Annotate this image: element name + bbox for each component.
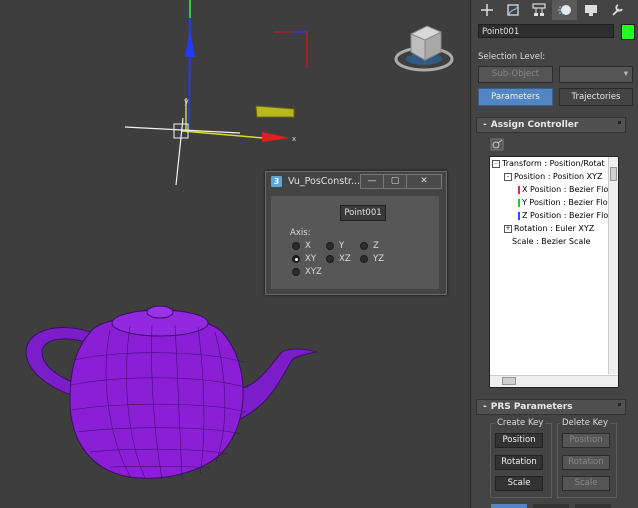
radio-dot bbox=[326, 242, 334, 250]
transform-bracket bbox=[274, 31, 308, 68]
tree-item-scale[interactable]: Scale : Bezier Scale bbox=[512, 237, 590, 246]
motion-icon[interactable] bbox=[552, 0, 577, 20]
delete-key-label: Delete Key bbox=[560, 418, 611, 428]
selection-level-label: Selection Level: bbox=[478, 52, 546, 62]
create-key-position-button[interactable]: Position bbox=[495, 433, 543, 448]
radio-dot bbox=[360, 242, 368, 250]
scroll-thumb[interactable] bbox=[502, 377, 516, 385]
tree-item-x-position[interactable]: X Position : Bezier Flo bbox=[518, 185, 608, 194]
object-color-swatch[interactable] bbox=[621, 24, 635, 40]
create-key-label: Create Key bbox=[495, 418, 546, 428]
gizmo-x-label: x bbox=[292, 135, 296, 143]
sub-object-button[interactable]: Sub-Object bbox=[478, 66, 553, 83]
delete-key-scale-button[interactable]: Scale bbox=[562, 476, 610, 491]
create-key-scale-button[interactable]: Scale bbox=[495, 476, 543, 491]
tree-item-transform[interactable]: - Transform : Position/Rotat bbox=[492, 159, 605, 168]
modify-icon[interactable] bbox=[500, 0, 525, 20]
sub-object-dropdown[interactable]: ▾ bbox=[559, 66, 633, 83]
axis-radio-xz[interactable]: XZ bbox=[326, 254, 351, 264]
command-panel: Point001 Selection Level: Sub-Object ▾ P… bbox=[470, 0, 638, 508]
restore-button[interactable]: ▢ bbox=[383, 174, 407, 189]
app-3ds-max-icon: 3 bbox=[271, 175, 282, 187]
controller-tree[interactable]: - Transform : Position/Rotat - Position : … bbox=[489, 156, 619, 388]
gizmo-y-axis[interactable] bbox=[188, 0, 191, 131]
axis-label: Axis: bbox=[290, 228, 311, 238]
delete-key-position-button[interactable]: Position bbox=[562, 433, 610, 448]
viewcube[interactable] bbox=[393, 22, 455, 77]
position-mode-button[interactable] bbox=[491, 504, 527, 508]
rotation-mode-button[interactable] bbox=[533, 504, 569, 508]
tree-item-y-position[interactable]: Y Position : Bezier Flo bbox=[518, 198, 608, 207]
scroll-thumb[interactable] bbox=[610, 167, 617, 181]
tree-item-rotation[interactable]: + Rotation : Euler XYZ bbox=[504, 224, 594, 233]
radio-dot bbox=[292, 242, 300, 250]
tree-horizontal-scrollbar[interactable] bbox=[490, 375, 618, 387]
radio-dot bbox=[292, 268, 300, 276]
pos-constraint-dialog[interactable]: 3 Vu_PosConstr... — ▢ ✕ Point001 Axis: X… bbox=[265, 171, 447, 295]
tree-item-position[interactable]: - Position : Position XYZ bbox=[504, 172, 602, 181]
scale-mode-button[interactable] bbox=[575, 504, 611, 508]
teapot-object[interactable] bbox=[25, 305, 318, 480]
radio-dot bbox=[360, 255, 368, 263]
axis-radio-y[interactable]: Y bbox=[326, 241, 344, 251]
command-panel-tabs bbox=[471, 0, 638, 20]
prs-parameters-rollout[interactable]: - PRS Parameters bbox=[476, 399, 626, 415]
point-helper-y bbox=[175, 117, 184, 186]
object-name-input[interactable]: Point001 bbox=[478, 24, 614, 38]
gizmo-x-arrow[interactable] bbox=[262, 132, 290, 142]
dialog-titlebar[interactable]: 3 Vu_PosConstr... — ▢ ✕ bbox=[266, 172, 446, 190]
display-icon[interactable] bbox=[578, 0, 603, 20]
tree-vertical-scrollbar[interactable] bbox=[608, 157, 618, 374]
chevron-down-icon: ▾ bbox=[623, 69, 628, 79]
axis-radio-z[interactable]: Z bbox=[360, 241, 379, 251]
create-icon[interactable] bbox=[474, 0, 499, 20]
assign-controller-rollout[interactable]: - Assign Controller bbox=[476, 117, 626, 133]
delete-key-rotation-button[interactable]: Rotation bbox=[562, 455, 610, 470]
trajectories-button[interactable]: Trajectories bbox=[559, 88, 633, 106]
axis-radio-x[interactable]: X bbox=[292, 241, 311, 251]
axis-radio-xyz[interactable]: XYZ bbox=[292, 267, 322, 277]
radio-dot-selected bbox=[292, 255, 300, 263]
close-button[interactable]: ✕ bbox=[406, 174, 442, 189]
hierarchy-icon[interactable] bbox=[526, 0, 551, 20]
minimize-button[interactable]: — bbox=[360, 174, 384, 189]
axis-radio-xy[interactable]: XY bbox=[292, 254, 316, 264]
object-name-field[interactable]: Point001 bbox=[340, 205, 386, 221]
assign-controller-icon[interactable] bbox=[490, 138, 504, 151]
gizmo-y-label: y bbox=[184, 97, 189, 106]
gizmo-xy-plane[interactable] bbox=[255, 105, 295, 118]
create-key-rotation-button[interactable]: Rotation bbox=[495, 455, 543, 470]
axis-radio-yz[interactable]: YZ bbox=[360, 254, 384, 264]
utilities-icon[interactable] bbox=[604, 0, 629, 20]
parameters-button[interactable]: Parameters bbox=[478, 88, 553, 106]
radio-dot bbox=[326, 255, 334, 263]
dialog-body: Point001 Axis: X Y Z XY XZ YZ XYZ bbox=[271, 196, 439, 289]
gizmo-y-arrow[interactable] bbox=[185, 30, 195, 57]
dialog-title: Vu_PosConstr... bbox=[288, 175, 361, 187]
tree-item-z-position[interactable]: Z Position : Bezier Flo bbox=[518, 211, 608, 220]
